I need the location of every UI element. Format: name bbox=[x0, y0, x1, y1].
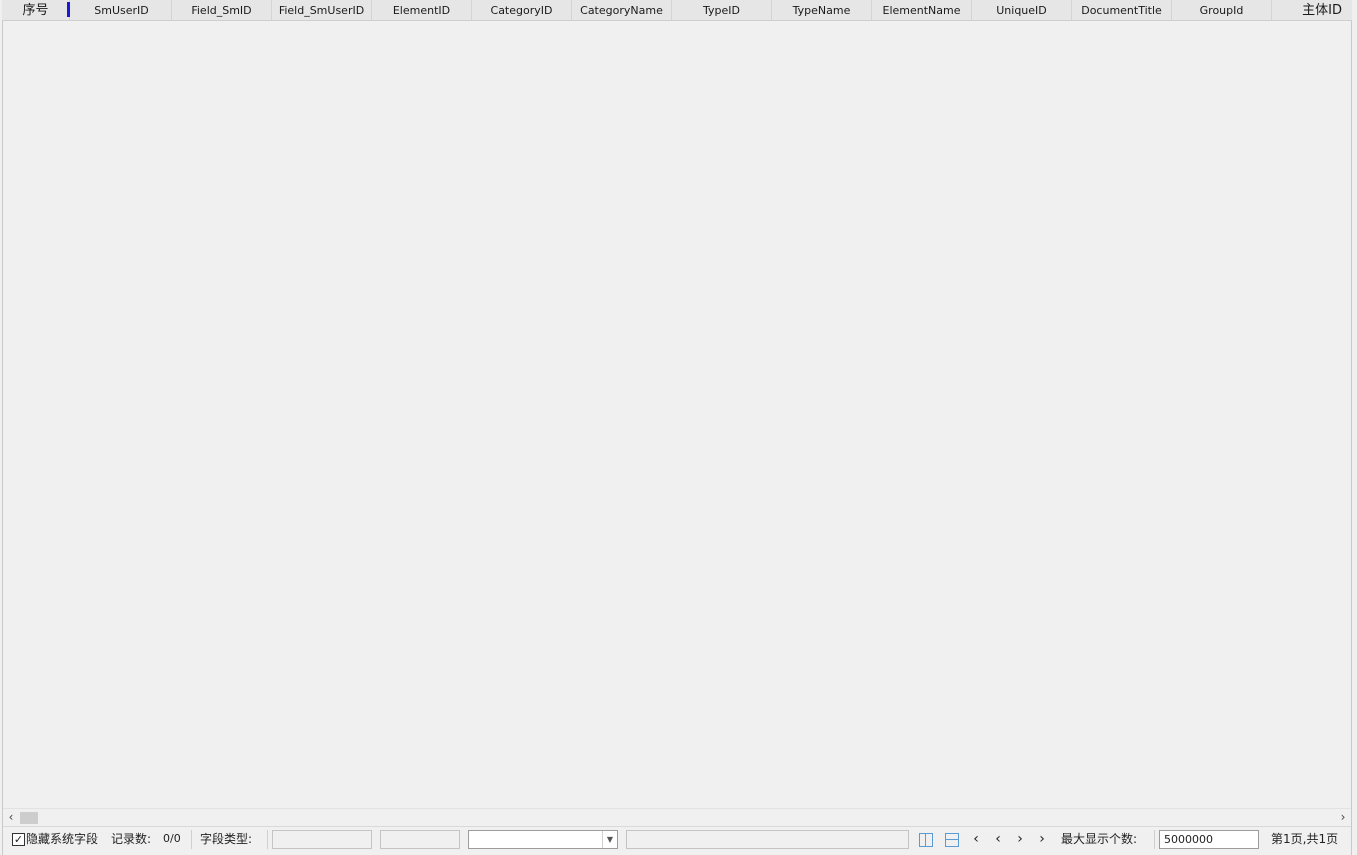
column-header-groupid[interactable]: GroupId bbox=[1172, 0, 1272, 20]
max-display-input[interactable] bbox=[1159, 830, 1259, 849]
column-header-subject-id[interactable]: 主体ID bbox=[1272, 0, 1352, 20]
last-page-icon[interactable]: › bbox=[1033, 831, 1051, 849]
field-type-dropdown[interactable]: ▼ bbox=[468, 830, 618, 849]
checkmark-icon: ✓ bbox=[13, 833, 24, 846]
table-header: 序号 SmUserID Field_SmID Field_SmUserID El… bbox=[2, 0, 1352, 21]
horizontal-scrollbar[interactable]: ‹ › bbox=[3, 808, 1351, 826]
status-divider bbox=[1154, 830, 1155, 849]
field-type-box-1 bbox=[272, 830, 372, 849]
record-count-value: 0/0 bbox=[163, 832, 181, 845]
column-header-field-smuserid[interactable]: Field_SmUserID bbox=[272, 0, 372, 20]
horizontal-split-icon[interactable] bbox=[945, 833, 959, 847]
scrollbar-thumb[interactable] bbox=[20, 812, 38, 824]
status-bar: ✓ 隐藏系统字段 记录数: 0/0 字段类型: ▼ ‹ ‹ › › 最大显示个数… bbox=[3, 826, 1351, 851]
record-count-label: 记录数: bbox=[111, 832, 152, 846]
status-divider bbox=[267, 830, 268, 849]
field-type-box-2 bbox=[380, 830, 460, 849]
column-header-categoryid[interactable]: CategoryID bbox=[472, 0, 572, 20]
column-header-field-smid[interactable]: Field_SmID bbox=[172, 0, 272, 20]
scroll-left-arrow-icon[interactable]: ‹ bbox=[3, 810, 19, 826]
column-header-documenttitle[interactable]: DocumentTitle bbox=[1072, 0, 1172, 20]
first-page-icon[interactable]: ‹ bbox=[967, 831, 985, 849]
column-header-smuserid[interactable]: SmUserID bbox=[72, 0, 172, 20]
hide-system-fields-checkbox[interactable]: ✓ bbox=[12, 833, 25, 846]
column-header-categoryname[interactable]: CategoryName bbox=[572, 0, 672, 20]
next-page-icon[interactable]: › bbox=[1011, 831, 1029, 849]
column-header-typeid[interactable]: TypeID bbox=[672, 0, 772, 20]
column-header-uniqueid[interactable]: UniqueID bbox=[972, 0, 1072, 20]
page-info: 第1页,共1页 bbox=[1271, 832, 1339, 846]
max-display-label: 最大显示个数: bbox=[1061, 832, 1138, 846]
current-row-marker bbox=[67, 2, 70, 17]
table-body[interactable] bbox=[3, 22, 1351, 808]
hide-system-fields-label[interactable]: 隐藏系统字段 bbox=[26, 827, 98, 852]
column-header-elementid[interactable]: ElementID bbox=[372, 0, 472, 20]
field-info-box bbox=[626, 830, 909, 849]
vertical-split-icon[interactable] bbox=[919, 833, 933, 847]
status-divider bbox=[191, 830, 192, 849]
chevron-down-icon[interactable]: ▼ bbox=[602, 831, 617, 848]
scroll-right-arrow-icon[interactable]: › bbox=[1335, 810, 1351, 826]
field-type-label: 字段类型: bbox=[200, 832, 253, 846]
column-header-typename[interactable]: TypeName bbox=[772, 0, 872, 20]
previous-page-icon[interactable]: ‹ bbox=[989, 831, 1007, 849]
column-header-elementname[interactable]: ElementName bbox=[872, 0, 972, 20]
column-header-rownum[interactable]: 序号 bbox=[2, 0, 70, 20]
